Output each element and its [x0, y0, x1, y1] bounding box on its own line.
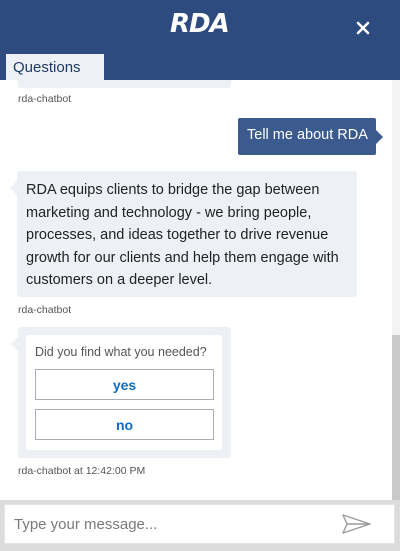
sender-label: rda-chatbot [18, 93, 72, 105]
sender-label: rda-chatbot [18, 304, 72, 316]
chat-header: RDA Questions [0, 0, 400, 81]
yes-button[interactable]: yes [35, 369, 214, 400]
bot-message-bubble: RDA equips clients to bridge the gap bet… [10, 171, 357, 297]
user-message-bubble: Tell me about RDA [238, 118, 383, 155]
send-button[interactable] [340, 512, 374, 536]
send-icon [342, 514, 371, 534]
previous-message-bubble [18, 80, 231, 88]
rda-logo: RDA [170, 9, 230, 39]
close-button[interactable] [349, 14, 377, 42]
no-button[interactable]: no [35, 409, 214, 440]
sender-timestamp-label: rda-chatbot at 12:42:00 PM [18, 465, 146, 477]
tab-questions[interactable]: Questions [6, 54, 104, 81]
feedback-card: Did you find what you needed? yes no [26, 335, 222, 450]
close-icon [356, 21, 370, 35]
feedback-card-bubble: Did you find what you needed? yes no [11, 327, 231, 458]
scrollbar-thumb[interactable] [392, 335, 400, 500]
feedback-question: Did you find what you needed? [35, 345, 207, 359]
message-input[interactable] [14, 507, 324, 541]
